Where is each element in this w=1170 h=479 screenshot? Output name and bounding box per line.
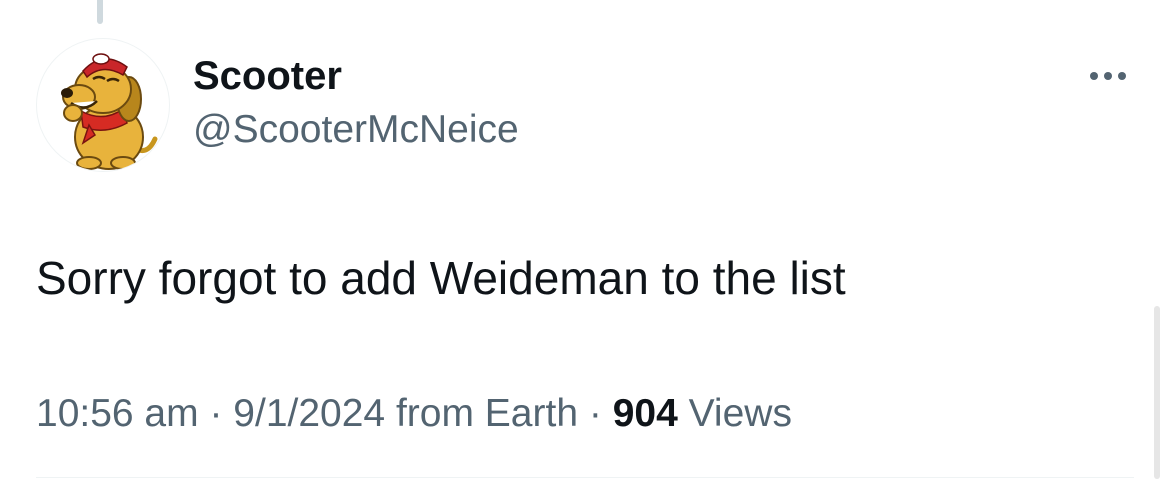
views-count[interactable]: 904 (613, 392, 678, 435)
author-display-name[interactable]: Scooter (193, 50, 342, 102)
author-handle[interactable]: @ScooterMcNeice (193, 104, 519, 156)
meta-separator: · (588, 392, 602, 435)
tweet-date[interactable]: 9/1/2024 (233, 392, 385, 435)
tweet-text: Sorry forgot to add Weideman to the list (36, 252, 846, 304)
thread-connector-line (97, 0, 103, 24)
meta-separator: · (209, 392, 223, 435)
tweet-metadata: 10:56 am · 9/1/2024 from Earth · 904 Vie… (36, 388, 792, 440)
avatar[interactable] (36, 38, 170, 172)
tweet-source: from Earth (395, 392, 579, 435)
views-label[interactable]: Views (689, 392, 792, 435)
divider (36, 477, 1134, 478)
more-options-button[interactable] (1082, 60, 1134, 92)
more-options-icon (1090, 72, 1126, 80)
cartoon-dog-avatar-icon (61, 53, 158, 170)
scrollbar[interactable] (1154, 306, 1160, 479)
tweet-time[interactable]: 10:56 am (36, 392, 199, 435)
